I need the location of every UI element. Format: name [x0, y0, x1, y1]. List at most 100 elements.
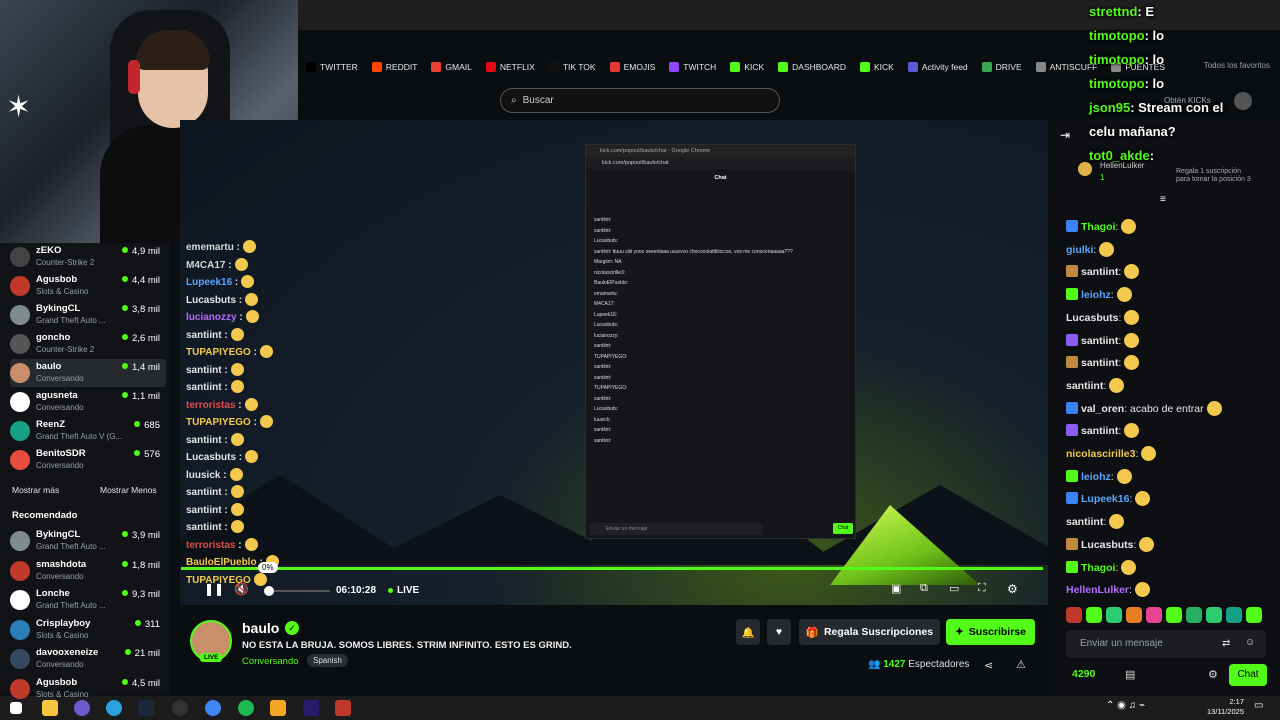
sidebar-channel[interactable]: agusneta Conversando 1,1 mil	[10, 388, 166, 416]
chat-username[interactable]: santiint	[1081, 357, 1118, 369]
bookmark-item[interactable]: KICK	[730, 62, 764, 72]
sidebar-channel[interactable]: Agusbob Slots & Casino 4,5 mil	[10, 675, 166, 703]
pause-icon[interactable]: ❚❚	[204, 582, 224, 596]
bookmark-item[interactable]: GMAIL	[431, 62, 472, 72]
premiere-icon[interactable]	[303, 700, 319, 716]
fullscreen-icon[interactable]: ⛶	[978, 582, 986, 595]
emote-icon	[241, 275, 255, 288]
system-tray-icons[interactable]: ⌃ ◉ ♫ ⌁	[1106, 700, 1145, 711]
emote-icon[interactable]	[1086, 607, 1102, 623]
sidebar-channel[interactable]: BykingCL Grand Theft Auto ... 3,8 mil	[10, 301, 166, 329]
chat-settings-icon[interactable]: ⚙	[1208, 668, 1218, 681]
emote-icon[interactable]	[1106, 607, 1122, 623]
sidebar-channel[interactable]: BenitoSDR Conversando 576	[10, 446, 166, 474]
stream-category[interactable]: Conversando	[242, 656, 299, 667]
system-clock[interactable]: 2:17 13/11/2025	[1207, 697, 1244, 717]
chat-username[interactable]: santiint	[1081, 335, 1118, 347]
chat-username[interactable]: santiint	[1081, 425, 1118, 437]
chat-username[interactable]: santiint	[1081, 266, 1118, 278]
sidebar-channel[interactable]: goncho Counter-Strike 2 2,6 mil	[10, 330, 166, 358]
share-icon[interactable]: ⋖	[984, 659, 993, 672]
chat-filter-icon[interactable]: ≡	[1160, 194, 1166, 205]
top-overlay-separator: :	[1144, 76, 1153, 91]
sidebar-channel[interactable]: ReenZ Grand Theft Auto V (G... 685	[10, 417, 166, 445]
emote-icon[interactable]	[1146, 607, 1162, 623]
overlay-chat-text: :	[220, 469, 227, 481]
chat-username[interactable]: val_oren	[1081, 403, 1124, 415]
app-icon[interactable]	[270, 700, 286, 716]
chat-username[interactable]: Lucasbuts	[1081, 539, 1134, 551]
chat-username[interactable]: Lupeek16	[1081, 493, 1129, 505]
bookmark-item[interactable]: REDDIT	[371, 62, 417, 72]
popout-chat-line: Margiim: NA	[594, 259, 622, 265]
clip-icon[interactable]: ⧉	[920, 582, 928, 595]
emote-icon[interactable]	[1166, 607, 1182, 623]
emote-icon[interactable]	[1206, 607, 1222, 623]
show-less-button[interactable]: Mostrar Menos	[100, 485, 157, 495]
sidebar-channel[interactable]: Lonche Grand Theft Auto ... 9,3 mil	[10, 586, 166, 614]
report-icon[interactable]: ⚠	[1016, 658, 1026, 671]
emote-icon[interactable]	[1186, 607, 1202, 623]
spotify-icon[interactable]	[238, 700, 254, 716]
send-chat-button[interactable]: Chat	[1229, 664, 1267, 686]
bookmark-item[interactable]: EMOJIS	[609, 62, 655, 72]
playback-progress-bar[interactable]	[181, 567, 1043, 570]
miniplayer-icon[interactable]: ▣	[891, 582, 901, 595]
bookmark-item[interactable]: KICK	[859, 62, 894, 72]
gift-subscriptions-button[interactable]: 🎁 Regala Suscripciones	[799, 619, 940, 645]
chat-username[interactable]: santiint	[1066, 380, 1103, 392]
sidebar-channel[interactable]: Agusbob Slots & Casino 4,4 mil	[10, 272, 166, 300]
collapse-chat-icon[interactable]: ⇥	[1060, 128, 1070, 142]
emote-icon[interactable]	[1226, 607, 1242, 623]
emoji-picker-icon[interactable]: ☺	[1245, 637, 1255, 648]
search-input[interactable]: ⌕ Buscar	[500, 88, 780, 113]
notification-bell-icon[interactable]: 🔔	[736, 619, 760, 645]
emote-icon[interactable]	[1126, 607, 1142, 623]
chat-username[interactable]: santiint	[1066, 516, 1103, 528]
store-icon[interactable]: ▤	[1125, 668, 1135, 681]
sidebar-channel[interactable]: zEKO Counter-Strike 2 4,9 mil	[10, 243, 166, 271]
chat-username[interactable]: Thagoi	[1081, 221, 1115, 233]
windows-start-icon[interactable]	[10, 702, 22, 714]
show-more-button[interactable]: Mostrar más	[12, 485, 59, 495]
chrome-icon[interactable]	[205, 700, 221, 716]
chat-username[interactable]: HellenLulker	[1066, 584, 1129, 596]
obs-icon[interactable]	[172, 700, 188, 716]
notifications-icon[interactable]: ▭	[1254, 700, 1263, 711]
app-icon[interactable]	[335, 700, 351, 716]
chat-username[interactable]: leiohz	[1081, 471, 1111, 483]
channel-points[interactable]: 4290	[1072, 668, 1095, 680]
chat-username[interactable]: leiohz	[1081, 289, 1111, 301]
emote-icon[interactable]	[1066, 607, 1082, 623]
chat-username[interactable]: giulki	[1066, 244, 1093, 256]
bookmark-item[interactable]: DRIVE	[981, 62, 1022, 72]
sidebar-channel[interactable]: Crisplayboy Slots & Casino 311	[10, 616, 166, 644]
chat-message-input[interactable]: Enviar un mensaje	[1066, 630, 1266, 658]
sidebar-channel[interactable]: baulo Conversando 1,4 mil	[10, 359, 166, 387]
bookmark-item[interactable]: TWITCH	[669, 62, 716, 72]
bookmark-item[interactable]: Activity feed	[907, 62, 968, 72]
chat-username[interactable]: Thagoi	[1081, 562, 1115, 574]
stream-language-tag[interactable]: Spanish	[307, 654, 348, 667]
theater-mode-icon[interactable]: ▭	[949, 582, 959, 595]
bookmark-item[interactable]: DASHBOARD	[778, 62, 846, 72]
bookmark-item[interactable]: TWITTER	[306, 62, 358, 72]
mute-icon[interactable]: 🔇	[234, 582, 249, 596]
volume-slider-track[interactable]	[274, 590, 330, 592]
bookmark-item[interactable]: TIK TOK	[548, 62, 596, 72]
top-overlay-text: Stream con el	[1138, 100, 1224, 115]
follow-heart-icon[interactable]: ♥	[767, 619, 791, 645]
volume-slider-handle[interactable]	[264, 586, 274, 596]
chat-username[interactable]: Lucasbuts	[1066, 312, 1119, 324]
sidebar-channel[interactable]: smashdota Conversando 1,8 mil	[10, 557, 166, 585]
translate-icon[interactable]: ⇄	[1222, 638, 1230, 649]
bookmark-item[interactable]: NETFLIX	[485, 62, 535, 72]
emote-icon[interactable]	[1246, 607, 1262, 623]
sidebar-channel[interactable]: davooxeneize Conversando 21 mil	[10, 645, 166, 673]
subscribe-button[interactable]: ✦ Suscribirse	[946, 619, 1035, 645]
chat-username[interactable]: nicolascirille3	[1066, 448, 1135, 460]
recommended-title: Recomendado	[12, 510, 78, 521]
streamer-name[interactable]: baulo	[242, 620, 279, 636]
sidebar-channel[interactable]: BykingCL Grand Theft Auto ... 3,9 mil	[10, 527, 166, 555]
settings-gear-icon[interactable]: ⚙	[1007, 582, 1018, 596]
